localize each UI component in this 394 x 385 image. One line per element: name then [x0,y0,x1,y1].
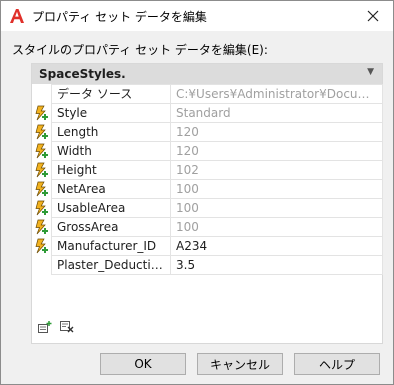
property-row: Style Standard [51,103,383,123]
property-row: Length 120 [51,122,383,142]
property-name: UsableArea [51,198,171,218]
automatic-property-icon [32,179,51,198]
property-value: 100 [170,198,383,218]
property-value: Standard [170,103,383,123]
property-set-group-header[interactable]: SpaceStyles. ▼ [32,64,382,84]
automatic-property-icon [32,160,51,179]
cancel-button[interactable]: キャンセル [197,353,283,375]
property-row: NetArea 100 [51,179,383,199]
property-name: Style [51,103,171,123]
property-name: Plaster_Deduction [51,255,171,275]
property-value: C:¥Users¥Administrator¥Document... [170,84,383,104]
property-set-group-title: SpaceStyles. [39,67,126,81]
property-value: 100 [170,179,383,199]
close-button[interactable] [353,1,393,31]
add-property-sets-button[interactable] [37,320,53,334]
row-icon-column [32,84,51,255]
property-value: 120 [170,141,383,161]
remove-property-sets-button[interactable] [59,320,75,334]
automatic-property-icon [32,236,51,255]
property-row: UsableArea 100 [51,198,383,218]
property-row: Height 102 [51,160,383,180]
automatic-property-icon [32,198,51,217]
property-set-panel: SpaceStyles. ▼ データ ソース C:¥Users¥Administ… [31,63,383,344]
property-name: Height [51,160,171,180]
property-row: Manufacturer_ID A234 [51,236,383,256]
property-value: 100 [170,217,383,237]
add-property-sets-icon [38,321,52,333]
property-grid: データ ソース C:¥Users¥Administrator¥Document.… [51,84,383,275]
manufacturer-id-value[interactable]: A234 [170,236,383,256]
edit-prompt-label: スタイルのプロパティ セット データを編集(E): [12,43,268,57]
property-row: Plaster_Deduction 3.5 [51,255,383,275]
property-name: Width [51,141,171,161]
property-name: Manufacturer_ID [51,236,171,256]
autocad-logo-icon [9,8,25,24]
property-name: Length [51,122,171,142]
property-value: 102 [170,160,383,180]
close-icon [367,10,379,22]
property-name: データ ソース [51,84,171,104]
automatic-property-icon [32,103,51,122]
help-button[interactable]: ヘルプ [294,353,380,375]
property-name: GrossArea [51,217,171,237]
automatic-property-icon [32,122,51,141]
collapse-arrow-icon[interactable]: ▼ [367,67,374,77]
ok-button[interactable]: OK [100,353,186,375]
automatic-property-icon [32,141,51,160]
property-name: NetArea [51,179,171,199]
edit-property-set-data-dialog: プロパティ セット データを編集 スタイルのプロパティ セット データを編集(E… [0,0,394,385]
property-row: GrossArea 100 [51,217,383,237]
window-title: プロパティ セット データを編集 [32,10,207,24]
property-row: データ ソース C:¥Users¥Administrator¥Document.… [51,84,383,104]
property-value: 120 [170,122,383,142]
title-bar: プロパティ セット データを編集 [1,1,393,31]
row-icon-spacer [32,84,51,103]
property-row: Width 120 [51,141,383,161]
remove-property-sets-icon [60,321,74,333]
plaster-deduction-value[interactable]: 3.5 [170,255,383,275]
automatic-property-icon [32,217,51,236]
